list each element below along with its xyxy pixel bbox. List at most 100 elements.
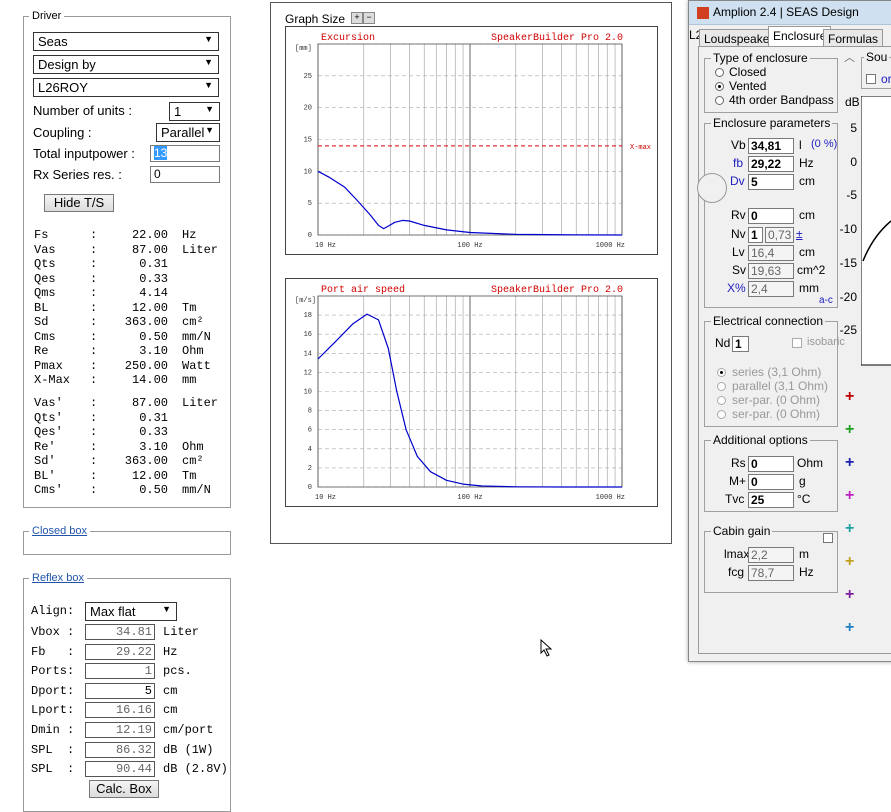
reflex-value-field[interactable]: 5 [85,682,155,699]
ts-key: Cms' [34,483,63,497]
knob-icon[interactable] [697,173,727,203]
add-curve-plus-icon[interactable]: + [845,454,854,472]
design-select[interactable]: Design by ▼ [33,55,219,74]
tab-enclosure[interactable]: Enclosure [768,26,832,47]
closed-box-link[interactable]: Closed box [32,525,87,537]
ts-value: 87.00 [131,396,168,410]
y-tick-label: 6 [308,427,312,435]
or-checkbox[interactable] [866,74,876,84]
ts-value: 3.10 [139,439,168,454]
ts-unit: Ohm [182,439,204,454]
y-tick-label: 25 [304,73,312,81]
units-label: Number of units : [33,103,132,118]
reflex-unit: pcs. [163,664,192,679]
response-plot [861,96,891,366]
chart-frame [285,278,658,507]
radio-closed[interactable] [715,68,724,77]
hide-ts-button[interactable]: Hide T/S [44,194,114,212]
nd-field[interactable]: 1 [732,336,749,352]
sv-field: 19,63 [748,263,794,279]
y-axis-label: [mm] [295,45,312,53]
radio-serpar-2[interactable] [717,410,726,419]
ts-key: Qes [34,271,56,286]
vb-field[interactable]: 34,81 [748,138,794,154]
coupling-select[interactable]: Parallel ▼ [156,123,220,142]
rx-input[interactable]: 0 [150,166,220,183]
radio-serpar-1[interactable] [717,396,726,405]
scroll-up-icon[interactable]: ︿ [844,49,855,65]
radio-vented[interactable] [715,82,724,91]
ts-key: Sd' [34,454,56,468]
radio-series[interactable] [717,368,726,377]
nv-plusminus[interactable]: ± [796,227,803,241]
units-select[interactable]: 1 pcs▼ [169,102,220,134]
ts-colon: : [90,410,98,425]
add-curve-plus-icon[interactable]: + [845,421,854,439]
reflex-label: Vbox : [31,625,75,639]
y-tick-label: 10 [304,168,312,176]
radio-vented-label: Vented [729,79,767,93]
reflex-value-field: 29.22 [85,643,155,660]
add-curve-plus-icon[interactable]: + [845,388,854,406]
ts-unit: mm/N [182,483,211,497]
ts-unit: Liter [182,242,219,257]
add-curve-plus-icon[interactable]: + [845,619,854,637]
y-tick-label: 15 [304,137,312,145]
add-curve-plus-icon[interactable]: + [845,586,854,604]
ts-row: Sd: 363.00 cm² [34,315,204,329]
mouse-cursor-icon [540,639,552,657]
align-select[interactable]: Max flat ▼ [85,602,177,621]
rs-unit: Ohm [797,456,824,470]
lmax-field: 2,2 [748,547,794,563]
model-select[interactable]: L26ROY ▼ [33,78,219,97]
ts-row: Qms: 4.14 [34,286,182,300]
power-input[interactable]: 13 [150,145,220,162]
nv-field[interactable]: 1 [748,227,763,243]
y-tick-label: 4 [308,446,312,454]
isobaric-checkbox[interactable] [792,338,802,348]
ts-colon: : [90,228,98,242]
tab-formulas[interactable]: Formulas [823,29,884,47]
brand-select[interactable]: Seas ▼ [33,32,219,51]
chevron-down-icon: ▼ [204,80,213,90]
radio-bandpass[interactable] [715,96,724,105]
reflex-value-field[interactable]: 1 [85,663,155,680]
fb-field[interactable]: 29,22 [748,156,794,172]
ts-colon: : [90,439,98,454]
ts-value: 12.00 [131,300,168,315]
rv-field[interactable]: 0 [748,208,794,224]
ts-row: Qes: 0.33 [34,272,182,286]
align-label: Align: [31,604,75,618]
ts-colon: : [90,454,98,468]
ts-key: BL [34,300,49,315]
dv-label: Dv [730,174,745,188]
add-curve-plus-icon[interactable]: + [845,553,854,571]
driver-legend: Driver [32,10,62,22]
ac-link[interactable]: a-c [819,295,833,306]
reflex-box-link[interactable]: Reflex box [32,572,84,584]
tvc-field[interactable]: 25 [748,492,794,508]
add-curve-plus-icon[interactable]: + [845,487,854,505]
reflex-label: Fb : [31,644,75,659]
ts-key: Re [34,344,49,358]
tab-loudspeaker[interactable]: Loudspeaker [699,29,779,47]
radio-parallel[interactable] [717,382,726,391]
ts-colon: : [90,344,98,358]
cabin-gain-checkbox[interactable] [823,533,833,543]
ts-value: 250.00 [124,358,168,373]
zoom-in-icon[interactable]: + [351,12,363,24]
zoom-out-icon[interactable]: − [363,12,375,24]
x-tick-label: 100 Hz [457,494,482,502]
port-air-speed-chart: Port air speed SpeakerBuilder Pro 2.0 [m/s… [285,278,658,507]
calc-box-button[interactable]: Calc. Box [89,780,159,798]
fcg-unit: Hz [799,565,814,579]
m-field[interactable]: 0 [748,474,794,490]
ts-key: Fs [34,228,49,242]
rs-field[interactable]: 0 [748,456,794,472]
add-curve-plus-icon[interactable]: + [845,520,854,538]
ts-key: X-Max [34,373,71,387]
ts-unit: Tm [182,300,197,315]
xmax-label: X-max [630,144,651,152]
ts-row: Qts: 0.31 [34,257,182,271]
dv-field[interactable]: 5 [748,174,794,190]
